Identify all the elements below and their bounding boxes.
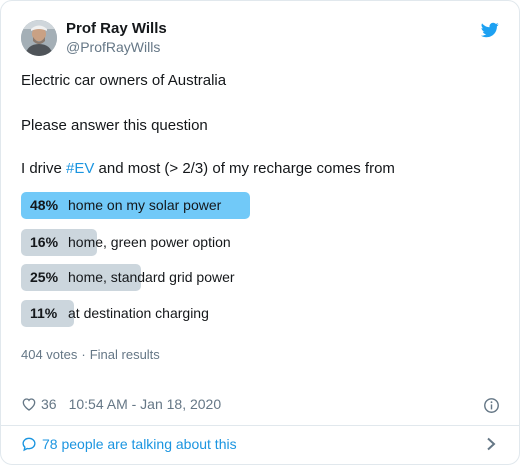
- author-handle[interactable]: @ProfRayWills: [66, 38, 167, 56]
- poll-option: 16% home, green power option: [21, 229, 499, 256]
- tweet-timestamp[interactable]: 10:54 AM - Jan 18, 2020: [69, 396, 222, 412]
- tweet-text-line-3: I drive #EV and most (> 2/3) of my recha…: [21, 159, 395, 179]
- twitter-bird-icon[interactable]: [481, 21, 499, 39]
- poll-option-text: 11% at destination charging: [30, 300, 209, 327]
- poll-percent: 25%: [30, 269, 59, 285]
- like-count[interactable]: 36: [41, 396, 57, 412]
- poll-percent: 48%: [30, 197, 59, 213]
- poll-option: 11% at destination charging: [21, 300, 499, 327]
- tweet-text-line-1: Electric car owners of Australia: [21, 72, 227, 89]
- poll-summary: 404 votes · Final results: [21, 346, 160, 364]
- chevron-right-icon[interactable]: [485, 437, 497, 451]
- author-name[interactable]: Prof Ray Wills: [66, 19, 167, 38]
- info-icon[interactable]: [483, 397, 500, 414]
- poll-label: home, standard grid power: [68, 269, 235, 285]
- poll-option-text: 16% home, green power option: [30, 229, 231, 256]
- divider: [1, 425, 519, 426]
- tweet-header: Prof Ray Wills @ProfRayWills: [21, 19, 167, 56]
- tweet-text-suffix: and most (> 2/3) of my recharge comes fr…: [94, 160, 395, 177]
- poll-option: 48% home on my solar power: [21, 192, 499, 219]
- tweet-footer: 36 10:54 AM - Jan 18, 2020: [21, 396, 221, 412]
- conversation-text: 78 people are talking about this: [42, 436, 237, 452]
- poll-option-text: 48% home on my solar power: [30, 192, 221, 219]
- poll-status: Final results: [89, 347, 160, 362]
- tweet-card: Prof Ray Wills @ProfRayWills Electric ca…: [0, 0, 520, 465]
- poll-label: at destination charging: [68, 305, 209, 321]
- author-names: Prof Ray Wills @ProfRayWills: [66, 19, 167, 56]
- avatar-photo-icon: [21, 19, 57, 56]
- poll-percent: 16%: [30, 234, 59, 250]
- avatar[interactable]: [21, 19, 57, 56]
- heart-icon[interactable]: [21, 396, 37, 412]
- tweet-text-prefix: I drive: [21, 160, 67, 177]
- poll-separator: ·: [81, 347, 86, 362]
- hashtag-link[interactable]: #EV: [66, 160, 94, 177]
- conversation-link[interactable]: 78 people are talking about this: [21, 434, 237, 454]
- poll-label: home, green power option: [68, 234, 231, 250]
- poll-percent: 11%: [30, 305, 58, 321]
- tweet-text-line-2: Please answer this question: [21, 117, 208, 134]
- poll-vote-count: 404 votes: [21, 347, 78, 362]
- poll-option: 25% home, standard grid power: [21, 264, 499, 291]
- speech-bubble-icon: [22, 437, 36, 452]
- poll-label: home on my solar power: [68, 197, 222, 213]
- poll-option-text: 25% home, standard grid power: [30, 264, 235, 291]
